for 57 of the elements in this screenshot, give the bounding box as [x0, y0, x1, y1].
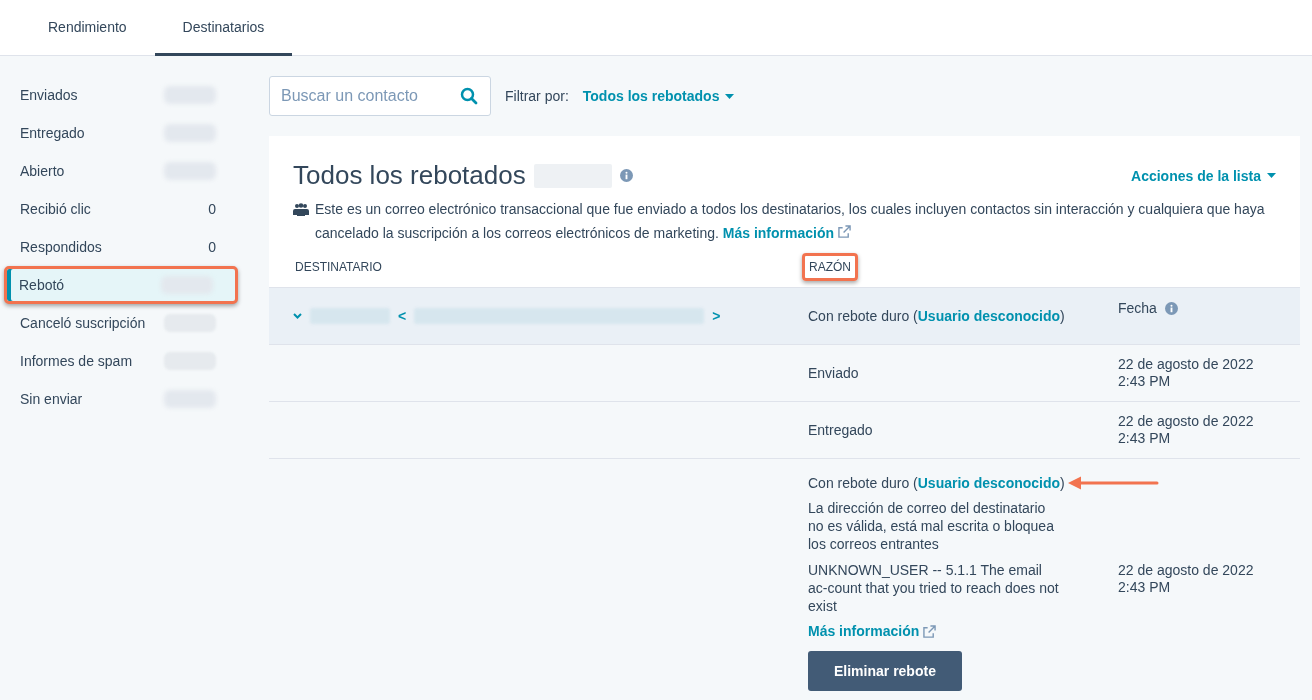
sidebar-item[interactable]: Informes de spam — [0, 342, 238, 380]
remove-bounce-button[interactable]: Eliminar rebote — [808, 651, 962, 691]
list-title: Todos los rebotados — [293, 160, 526, 191]
status-text: Entregado — [808, 422, 873, 438]
more-info-link[interactable]: Más información — [722, 225, 851, 241]
status-text: Enviado — [808, 365, 859, 381]
sidebar-item[interactable]: Sin enviar — [0, 380, 238, 418]
time-text: 2:43 PM — [1118, 373, 1172, 390]
item-label: Entregado — [20, 125, 85, 141]
item-count: 0 — [208, 201, 216, 217]
recipient-row[interactable]: < > Con rebote duro (Usuario desconocido) Fecha — [269, 287, 1300, 344]
sidebar-item[interactable]: Enviados — [0, 76, 238, 114]
filter-label: Filtrar por: — [505, 88, 569, 104]
info-icon — [1164, 301, 1178, 315]
search-field[interactable]: Buscar un contacto — [269, 76, 491, 116]
reason-link[interactable]: Usuario desconocido — [917, 475, 1061, 491]
sidebar-item[interactable]: Entregado — [0, 114, 238, 152]
item-label: Recibió clic — [20, 201, 91, 217]
item-label: Rebotó — [19, 277, 65, 293]
item-label: Informes de spam — [20, 353, 133, 369]
item-label: Respondidos — [20, 239, 102, 255]
date-text: 22 de agosto de 2022 — [1118, 413, 1254, 430]
notice-text: Este es un correo electrónico transaccional que fue enviado a todos los destinatarios, los cuales incluyen contactos sin interacción y cualquiera que haya cancelado la suscripción a los correos electrónicos de marketing. Más información — [315, 200, 1266, 243]
description-text: La dirección de correo del destinatario no es válida, está mal escrita o bloquea los correos entrantes — [808, 499, 1055, 553]
error-code-text: UNKNOWN_USER -- 5.1.1 The email ac-count that you tried to reach does not exist — [808, 561, 1060, 615]
caret-icon — [725, 93, 735, 99]
date-text: 22 de agosto de 2022 — [1118, 562, 1254, 579]
item-label: Enviados — [20, 87, 78, 103]
reason-text: Con rebote duro (Usuario desconocido) — [808, 308, 1065, 324]
sidebar-item[interactable]: Rebotó — [4, 266, 238, 304]
external-link-icon — [837, 225, 851, 238]
item-label: Abierto — [20, 163, 65, 179]
list-actions-dropdown[interactable]: Acciones de la lista — [1131, 167, 1276, 184]
tab[interactable]: Rendimiento — [20, 0, 155, 56]
time-text: 2:43 PM — [1118, 430, 1172, 447]
external-link-icon — [923, 624, 937, 638]
sidebar-item[interactable]: Canceló suscripción — [0, 304, 238, 342]
sidebar-item[interactable]: Recibió clic 0 — [0, 190, 238, 228]
sidebar-item[interactable]: Abierto — [0, 152, 238, 190]
column-header: DESTINATARIO — [294, 259, 383, 276]
date-text: 22 de agosto de 2022 — [1118, 356, 1254, 373]
item-label: Canceló suscripción — [20, 315, 146, 331]
reason-text: Con rebote duro (Usuario desconocido) — [808, 475, 1065, 491]
caret-icon — [1267, 173, 1276, 178]
info-icon — [619, 169, 633, 182]
people-icon — [293, 203, 309, 216]
item-count: 0 — [208, 239, 216, 255]
tab[interactable]: Destinatarios — [154, 0, 293, 56]
bracket: > — [712, 308, 721, 324]
date-header: Fecha — [1118, 300, 1157, 316]
time-text: 2:43 PM — [1118, 579, 1172, 596]
sidebar-item[interactable]: Respondidos 0 — [0, 228, 238, 266]
item-label: Sin enviar — [20, 391, 83, 407]
column-header: RAZÓN — [802, 253, 858, 281]
bracket: < — [398, 308, 407, 324]
search-icon[interactable] — [460, 87, 478, 105]
chevron-icon[interactable] — [293, 313, 302, 319]
